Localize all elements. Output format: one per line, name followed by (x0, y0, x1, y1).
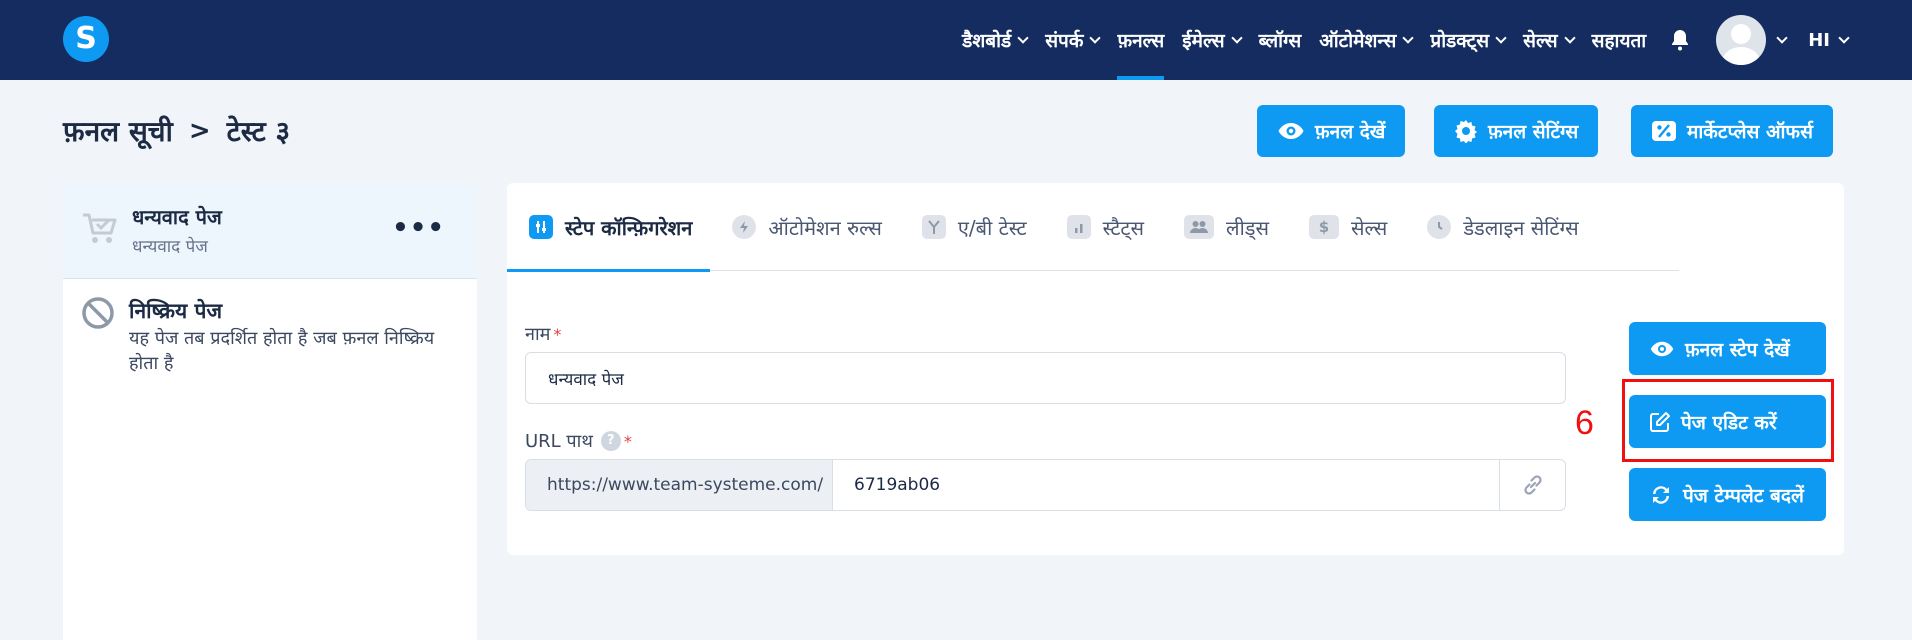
top-navbar: S डैशबोर्ड संपर्क फ़नल्स ईमेल्स ब्लॉग्स … (0, 0, 1912, 80)
funnel-steps-panel: धन्यवाद पेज धन्यवाद पेज ••• निष्क्रिय पे… (63, 183, 477, 640)
chevron-down-icon (1495, 31, 1507, 44)
inactive-page-title[interactable]: निष्क्रिय पेज (129, 297, 222, 325)
clock-icon (1427, 215, 1452, 239)
percent-tag-icon (1652, 121, 1676, 141)
app-logo[interactable]: S (63, 16, 109, 62)
chevron-down-icon (1838, 31, 1850, 44)
tab-leads[interactable]: लीड्स (1162, 183, 1287, 271)
nav-item-contacts[interactable]: संपर्क (1045, 0, 1102, 80)
tab-automation-rules[interactable]: ऑटोमेशन रुल्स (710, 183, 899, 271)
link-icon[interactable] (1499, 460, 1565, 510)
url-path-input[interactable]: 6719ab06 (833, 460, 1499, 510)
chevron-down-icon[interactable] (1776, 31, 1788, 44)
dollar-icon: $ (1309, 215, 1339, 239)
chevron-down-icon (1230, 31, 1243, 44)
bolt-icon (732, 215, 757, 239)
step-number-annotation: 6 (1575, 404, 1594, 442)
bar-chart-icon (1066, 215, 1091, 239)
refresh-icon (1653, 485, 1669, 504)
nav-item-products[interactable]: प्रोडक्ट्स (1430, 0, 1507, 80)
users-icon (1184, 215, 1215, 239)
view-funnel-step-button[interactable]: फ़नल स्टेप देखें (1629, 322, 1826, 375)
chevron-down-icon (1017, 31, 1029, 44)
avatar[interactable] (1716, 15, 1767, 65)
tab-sales[interactable]: $ सेल्स (1287, 183, 1405, 271)
split-icon (921, 215, 946, 239)
chevron-down-icon (1089, 31, 1102, 44)
nav-item-help[interactable]: सहायता (1592, 0, 1647, 80)
tab-ab-test[interactable]: ए/बी टेस्ट (900, 183, 1045, 271)
language-selector[interactable]: HI (1808, 30, 1850, 51)
step-title: धन्यवाद पेज (132, 205, 222, 229)
funnel-step-thank-you[interactable]: धन्यवाद पेज धन्यवाद पेज ••• (63, 183, 477, 279)
breadcrumb-funnel-list[interactable]: फ़नल सूची (63, 112, 173, 150)
marketplace-offers-button[interactable]: मार्केटप्लेस ऑफर्स (1631, 105, 1833, 157)
name-input[interactable]: धन्यवाद पेज (525, 352, 1566, 404)
breadcrumb: फ़नल सूची > टेस्ट ३ (63, 112, 290, 150)
chevron-down-icon (1563, 31, 1576, 44)
nav-item-dashboard[interactable]: डैशबोर्ड (962, 0, 1029, 80)
funnel-settings-button[interactable]: फ़नल सेटिंग्स (1434, 105, 1599, 157)
nav-item-blogs[interactable]: ब्लॉग्स (1259, 0, 1302, 80)
help-icon[interactable]: ? (600, 431, 621, 451)
highlight-box (1622, 379, 1834, 462)
sliders-icon (529, 215, 553, 239)
name-label: नाम * (525, 324, 562, 345)
breadcrumb-current: टेस्ट ३ (226, 115, 291, 148)
eye-icon (1650, 341, 1674, 356)
url-path-label: URL पाथ ? * (525, 431, 632, 452)
url-path-field: https://www.team-systeme.com/ 6719ab06 (525, 459, 1566, 511)
view-funnel-button[interactable]: फ़नल देखें (1257, 105, 1406, 157)
eye-icon (1278, 123, 1304, 139)
step-configuration-card: स्टेप कॉन्फ़िगरेशन ऑटोमेशन रुल्स ए/बी टे… (507, 183, 1844, 555)
chevron-down-icon (1402, 31, 1415, 44)
breadcrumb-separator: > (188, 116, 211, 146)
ban-icon (82, 297, 114, 329)
more-options-icon[interactable]: ••• (392, 213, 445, 243)
inactive-page-description: यह पेज तब प्रदर्शित होता है जब फ़नल निष्… (129, 328, 435, 374)
nav-item-sales[interactable]: सेल्स (1523, 0, 1576, 80)
bell-icon[interactable] (1668, 28, 1692, 52)
cart-check-icon (83, 213, 117, 243)
nav-item-funnels[interactable]: फ़नल्स (1117, 0, 1164, 80)
nav-item-emails[interactable]: ईमेल्स (1182, 0, 1243, 80)
nav-item-automations[interactable]: ऑटोमेशन्स (1319, 0, 1415, 80)
step-tabs: स्टेप कॉन्फ़िगरेशन ऑटोमेशन रुल्स ए/बी टे… (507, 183, 1679, 272)
tab-deadline-settings[interactable]: डेडलाइन सेटिंग्स (1405, 183, 1596, 271)
tab-stats[interactable]: स्टैट्स (1045, 183, 1162, 271)
main-nav: डैशबोर्ड संपर्क फ़नल्स ईमेल्स ब्लॉग्स ऑट… (944, 0, 1850, 80)
tab-step-configuration[interactable]: स्टेप कॉन्फ़िगरेशन (507, 183, 711, 272)
step-subtitle: धन्यवाद पेज (132, 237, 208, 257)
url-prefix: https://www.team-systeme.com/ (526, 460, 833, 510)
gear-icon (1455, 120, 1477, 143)
change-page-template-button[interactable]: पेज टेम्पलेट बदलें (1629, 468, 1826, 521)
